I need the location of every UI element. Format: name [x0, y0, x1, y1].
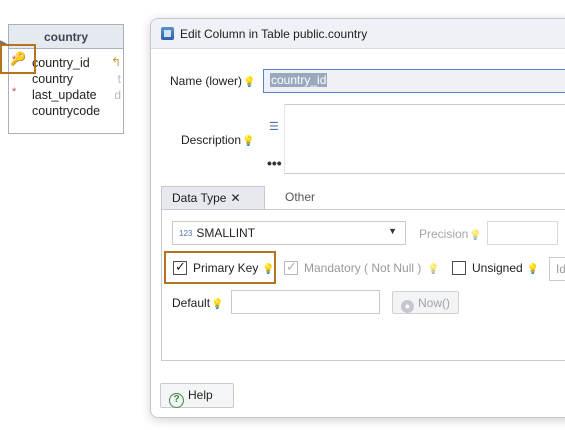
- primary-key-highlight: [0, 44, 36, 74]
- name-label: Name (lower)💡: [170, 74, 255, 88]
- precision-label: Precision💡: [419, 227, 482, 241]
- er-column-name: last_update: [32, 88, 97, 102]
- help-button[interactable]: ? Help: [160, 383, 234, 408]
- hint-bulb-icon: 💡: [427, 264, 440, 275]
- hint-bulb-icon[interactable]: 💡: [211, 299, 223, 310]
- close-icon[interactable]: ✕: [230, 191, 240, 205]
- more-options-button[interactable]: •••: [267, 155, 282, 171]
- now-button-label: Now(): [418, 296, 450, 310]
- help-icon: ?: [169, 393, 184, 408]
- description-label-text: Description: [181, 133, 242, 147]
- help-button-label: Help: [188, 388, 213, 402]
- unsigned-label-text: Unsigned: [472, 261, 523, 275]
- description-label: Description💡: [181, 133, 254, 147]
- mandatory-label-text: Mandatory ( Not Null ): [304, 261, 422, 275]
- tab-data-type[interactable]: Data Type ✕: [161, 186, 265, 210]
- er-column-type: t: [117, 72, 121, 86]
- name-input[interactable]: country_id: [263, 69, 565, 93]
- precision-input: [487, 221, 558, 245]
- tab-data-type-label: Data Type: [172, 191, 227, 205]
- er-column-name: country_id: [32, 56, 90, 70]
- table-icon: [161, 27, 174, 40]
- clock-icon: ●: [401, 300, 414, 313]
- er-table-country[interactable]: country * country_id ↰ country t * last_…: [8, 24, 124, 134]
- primary-key-label-text: Primary Key: [193, 261, 259, 275]
- tab-other[interactable]: Other: [275, 186, 325, 210]
- hint-bulb-icon: 💡: [469, 230, 482, 241]
- er-column-row[interactable]: * last_update d: [9, 86, 123, 103]
- tab-bar: Data Type ✕ Other: [161, 186, 565, 210]
- chevron-down-icon: ▼: [388, 226, 397, 236]
- default-label: Default💡: [172, 296, 223, 310]
- default-label-text: Default: [172, 296, 211, 310]
- hint-bulb-icon[interactable]: 💡: [262, 264, 274, 275]
- data-type-select[interactable]: 123 SMALLINT ▼: [172, 221, 406, 245]
- primary-key-checkbox[interactable]: [173, 259, 187, 275]
- precision-label-text: Precision: [419, 227, 469, 241]
- dialog-titlebar[interactable]: Edit Column in Table public.country: [151, 19, 565, 49]
- data-type-value: SMALLINT: [196, 226, 256, 240]
- description-textarea[interactable]: [263, 104, 565, 174]
- er-column-row[interactable]: countrycode: [9, 103, 123, 119]
- numeric-type-icon: 123: [179, 229, 193, 238]
- text-format-icon[interactable]: ☰: [269, 120, 279, 133]
- foreign-key-icon: ↰: [110, 55, 121, 69]
- mandatory-checkbox: [284, 259, 298, 275]
- unsigned-label[interactable]: Unsigned 💡: [472, 261, 539, 275]
- primary-key-label[interactable]: Primary Key 💡: [193, 261, 275, 275]
- identity-input[interactable]: Id: [549, 257, 565, 281]
- mandatory-label: Mandatory ( Not Null ) 💡: [304, 261, 440, 275]
- default-input[interactable]: [231, 290, 380, 314]
- unsigned-checkbox[interactable]: [452, 261, 466, 275]
- name-label-text: Name (lower): [170, 74, 243, 88]
- hint-bulb-icon[interactable]: 💡: [527, 264, 539, 275]
- er-column-type: d: [114, 88, 121, 102]
- required-marker: *: [12, 86, 17, 98]
- er-column-name: country: [32, 72, 73, 86]
- now-button: ● Now(): [392, 291, 459, 314]
- dialog-title: Edit Column in Table public.country: [180, 27, 368, 41]
- hint-bulb-icon[interactable]: 💡: [242, 136, 254, 147]
- er-column-name: countrycode: [32, 104, 101, 118]
- hint-bulb-icon[interactable]: 💡: [243, 77, 255, 88]
- name-value: country_id: [270, 73, 328, 87]
